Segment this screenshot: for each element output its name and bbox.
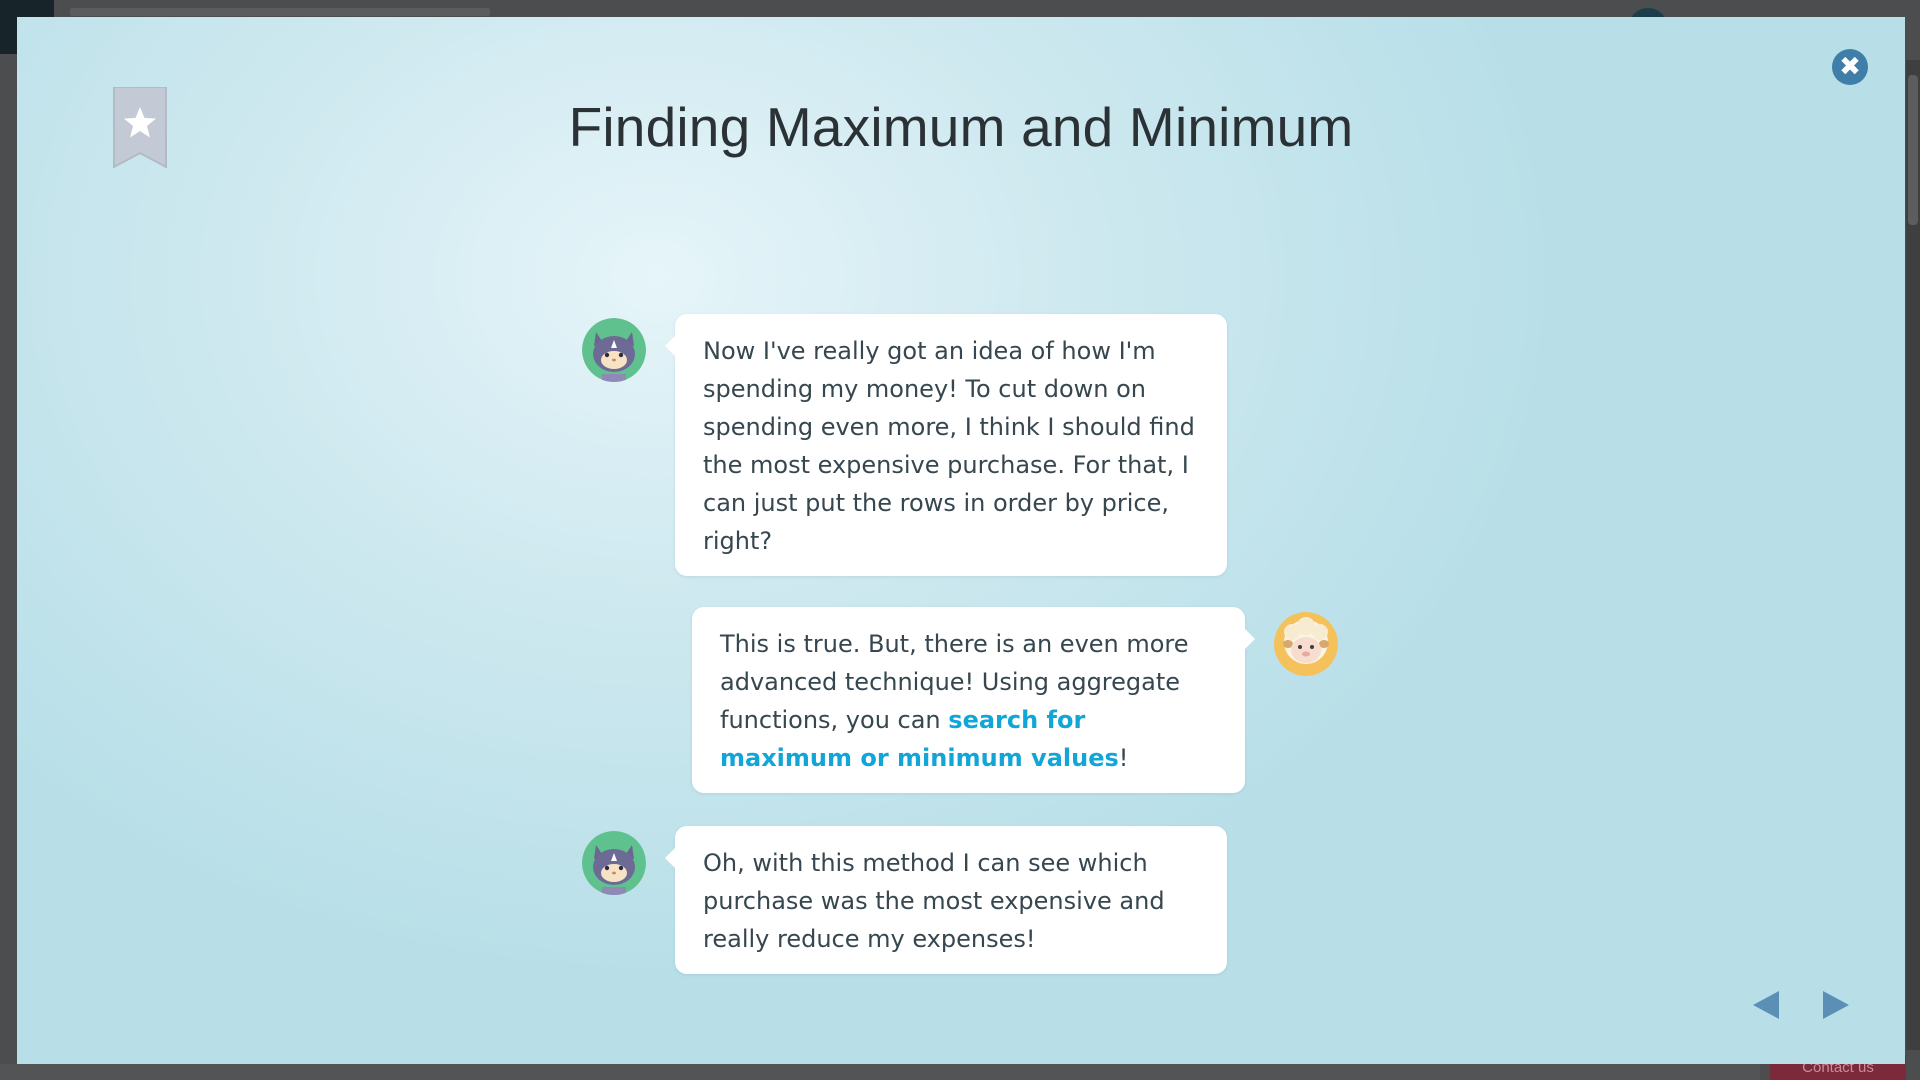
- next-button[interactable]: [1817, 987, 1853, 1023]
- backdrop-header: [70, 8, 490, 16]
- cat-avatar: [582, 831, 646, 895]
- message-text-2b: !: [1118, 744, 1129, 772]
- scrollbar-thumb[interactable]: [1908, 75, 1918, 225]
- close-icon: ✖: [1839, 52, 1861, 82]
- arrow-left-icon: [1753, 991, 1779, 1019]
- close-button[interactable]: ✖: [1832, 49, 1868, 85]
- message-text-1: Now I've really got an idea of how I'm s…: [703, 337, 1195, 555]
- lesson-modal: ✖ Finding Maximum and Minimum Now I've r…: [17, 17, 1905, 1064]
- message-bubble-1: Now I've really got an idea of how I'm s…: [665, 314, 1227, 576]
- message-bubble-3: Oh, with this method I can see which pur…: [665, 826, 1227, 974]
- backdrop-footer: [0, 1064, 1760, 1080]
- lesson-title: Finding Maximum and Minimum: [568, 96, 1354, 158]
- previous-button[interactable]: [1749, 987, 1785, 1023]
- sheep-avatar: [1274, 612, 1338, 676]
- arrow-right-icon: [1823, 991, 1849, 1019]
- message-text-3: Oh, with this method I can see which pur…: [703, 849, 1165, 953]
- cat-avatar: [582, 318, 646, 382]
- message-bubble-2: This is true. But, there is an even more…: [692, 607, 1255, 793]
